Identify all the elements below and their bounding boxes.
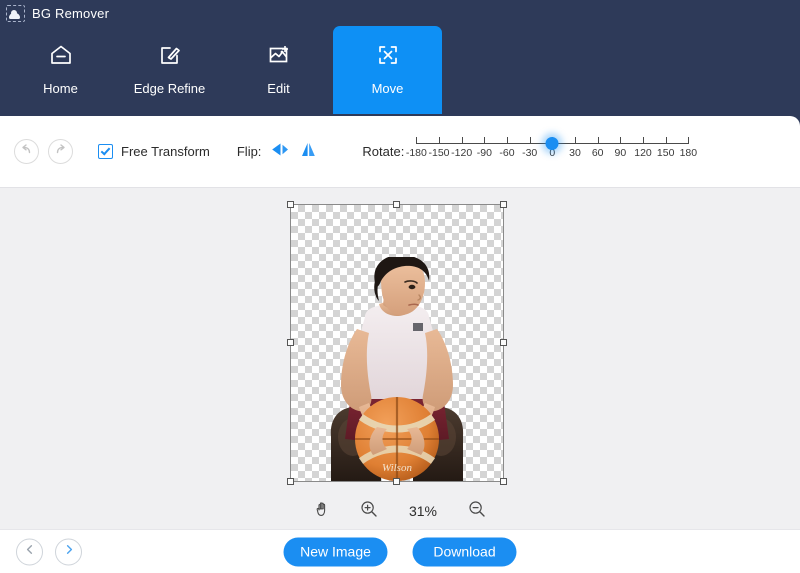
resize-handle-bottom-center[interactable] xyxy=(393,478,400,485)
redo-arrow-icon xyxy=(53,142,68,162)
title-bar: BG Remover xyxy=(0,0,800,26)
zoom-out-icon xyxy=(468,500,486,523)
rotate-tick-label: -150 xyxy=(428,146,450,159)
footer-bar: New Image Download xyxy=(0,529,800,573)
chevron-right-icon xyxy=(63,543,75,561)
image-edit-icon xyxy=(266,40,292,70)
tab-edge-refine-label: Edge Refine xyxy=(133,81,206,96)
hand-icon xyxy=(314,500,332,523)
rotate-tick xyxy=(439,136,440,144)
transform-toolbar: Free Transform Flip: Rotate: -180 -150 -… xyxy=(0,116,800,187)
footer-actions: New Image Download xyxy=(283,537,517,566)
flip-controls: Flip: xyxy=(237,141,328,163)
free-transform-label: Free Transform xyxy=(121,144,210,159)
rotate-tick-label: 120 xyxy=(634,146,652,159)
next-image-button[interactable] xyxy=(55,538,82,565)
tab-edit-label: Edit xyxy=(267,81,290,96)
pen-square-icon xyxy=(157,40,183,70)
resize-handle-bottom-left[interactable] xyxy=(287,478,294,485)
rotate-tick xyxy=(597,136,599,144)
previous-image-button[interactable] xyxy=(16,538,43,565)
rotate-label: Rotate: xyxy=(362,144,405,159)
zoom-out-button[interactable] xyxy=(468,500,486,523)
app-title: BG Remover xyxy=(32,5,110,21)
rotate-tick-label: 150 xyxy=(656,146,675,159)
tab-edit[interactable]: Edit xyxy=(224,26,333,114)
resize-handle-top-right[interactable] xyxy=(500,201,507,208)
rotate-tick-label: -90 xyxy=(476,146,492,159)
zoom-in-icon xyxy=(360,500,378,523)
rotate-tick xyxy=(461,136,463,144)
rotate-tick xyxy=(620,136,622,144)
resize-handle-middle-right[interactable] xyxy=(500,339,507,346)
rotate-tick-label: 60 xyxy=(591,146,604,159)
tab-move-label: Move xyxy=(371,81,404,96)
undo-button[interactable] xyxy=(14,139,39,164)
home-icon xyxy=(48,40,74,70)
flip-vertical-button[interactable] xyxy=(299,141,318,163)
tab-home[interactable]: Home xyxy=(6,26,115,114)
rotate-tick xyxy=(507,136,508,144)
rotate-slider[interactable]: -180 -150 -120 -90 -60 -30 0 30 60 90 120 150 180 xyxy=(406,135,697,169)
main-tab-bar: Home Edge Refine Edit Move xyxy=(0,26,800,116)
rotate-tick xyxy=(484,136,486,144)
rotate-tick xyxy=(643,136,644,144)
flip-label: Flip: xyxy=(236,144,262,159)
tab-move[interactable]: Move xyxy=(333,26,442,114)
selection-box[interactable]: Wilson xyxy=(287,201,507,485)
free-transform-checkbox[interactable] xyxy=(98,144,113,159)
flip-horizontal-button[interactable] xyxy=(271,141,290,163)
zoom-level-value: 31% xyxy=(408,503,438,519)
rotate-slider-handle[interactable] xyxy=(545,136,559,150)
free-transform-toggle[interactable]: Free Transform xyxy=(98,144,210,159)
image-canvas[interactable]: Wilson xyxy=(0,187,800,494)
rotate-control: Rotate: -180 -150 -120 -90 -60 -30 0 30 60 90 120 1… xyxy=(362,135,697,169)
hand-tool-button[interactable] xyxy=(314,500,332,523)
svg-text:Wilson: Wilson xyxy=(382,462,412,474)
flip-vertical-icon xyxy=(299,141,318,163)
rotate-tick xyxy=(665,136,667,144)
image-navigation xyxy=(16,538,94,565)
tab-edge-refine[interactable]: Edge Refine xyxy=(115,26,224,114)
zoom-toolbar: 31% xyxy=(0,493,800,529)
tab-home-label: Home xyxy=(43,81,78,96)
rotate-tick xyxy=(529,136,531,144)
subject-head xyxy=(337,257,457,336)
rotate-tick-label: -30 xyxy=(522,146,538,159)
zoom-in-button[interactable] xyxy=(360,500,378,523)
rotate-tick-label: 30 xyxy=(569,146,581,159)
move-arrows-icon xyxy=(375,40,401,70)
rotate-tick-label: 180 xyxy=(679,146,698,159)
resize-handle-middle-left[interactable] xyxy=(287,339,294,346)
new-image-button[interactable]: New Image xyxy=(283,537,388,566)
resize-handle-top-center[interactable] xyxy=(393,201,400,208)
undo-arrow-icon xyxy=(19,142,34,162)
rotate-tick-label: -180 xyxy=(405,146,427,159)
rotate-tick-label: -120 xyxy=(451,146,473,159)
app-logo-icon xyxy=(6,4,25,22)
rotate-tick-label: -60 xyxy=(499,146,515,159)
rotate-tick xyxy=(416,136,418,144)
redo-button[interactable] xyxy=(48,139,73,164)
download-button[interactable]: Download xyxy=(412,537,517,566)
rotate-tick xyxy=(575,136,576,144)
resize-handle-top-left[interactable] xyxy=(287,201,294,208)
resize-handle-bottom-right[interactable] xyxy=(500,478,507,485)
flip-horizontal-icon xyxy=(271,141,290,163)
rotate-tick-label: 90 xyxy=(614,146,627,159)
rotate-tick xyxy=(688,136,690,144)
chevron-left-icon xyxy=(24,543,36,561)
